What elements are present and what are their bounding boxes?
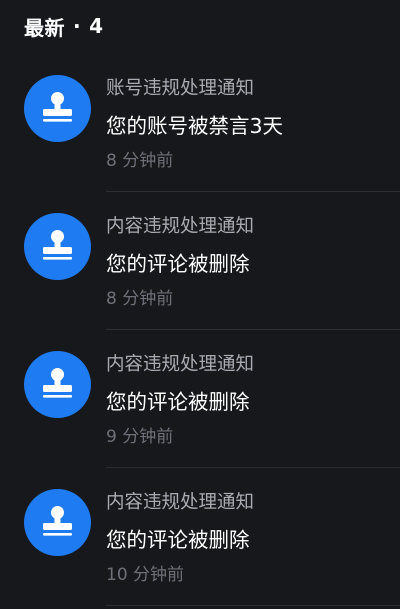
section-separator: · <box>73 14 82 38</box>
section-header: 最新 · 4 <box>24 10 104 42</box>
stamp-icon[interactable] <box>24 213 91 280</box>
notification-list: 账号违规处理通知 您的账号被禁言3天 8 分钟前 内容违规处理通知 您的评论被删… <box>0 54 400 606</box>
stamp-icon[interactable] <box>24 75 91 142</box>
notification-message: 您的评论被删除 <box>106 528 250 552</box>
notification-item[interactable]: 内容违规处理通知 您的评论被删除 8 分钟前 <box>0 192 400 330</box>
notification-item[interactable]: 内容违规处理通知 您的评论被删除 10 分钟前 <box>0 468 400 606</box>
notification-item[interactable]: 内容违规处理通知 您的评论被删除 9 分钟前 <box>0 330 400 468</box>
notification-time: 8 分钟前 <box>106 289 174 309</box>
divider <box>106 605 400 606</box>
notification-sender: 内容违规处理通知 <box>106 492 255 513</box>
notification-time: 10 分钟前 <box>106 565 185 585</box>
notification-message: 您的评论被删除 <box>106 252 250 276</box>
notification-sender: 内容违规处理通知 <box>106 354 255 375</box>
notification-message: 您的账号被禁言3天 <box>106 114 284 138</box>
notification-item[interactable]: 账号违规处理通知 您的账号被禁言3天 8 分钟前 <box>0 54 400 192</box>
section-count: 4 <box>89 14 104 38</box>
section-title: 最新 <box>24 15 65 40</box>
notification-time: 8 分钟前 <box>106 151 174 171</box>
stamp-icon[interactable] <box>24 489 91 556</box>
notification-sender: 内容违规处理通知 <box>106 216 255 237</box>
notification-time: 9 分钟前 <box>106 427 174 447</box>
stamp-icon[interactable] <box>24 351 91 418</box>
notification-message: 您的评论被删除 <box>106 390 250 414</box>
notification-sender: 账号违规处理通知 <box>106 78 255 99</box>
